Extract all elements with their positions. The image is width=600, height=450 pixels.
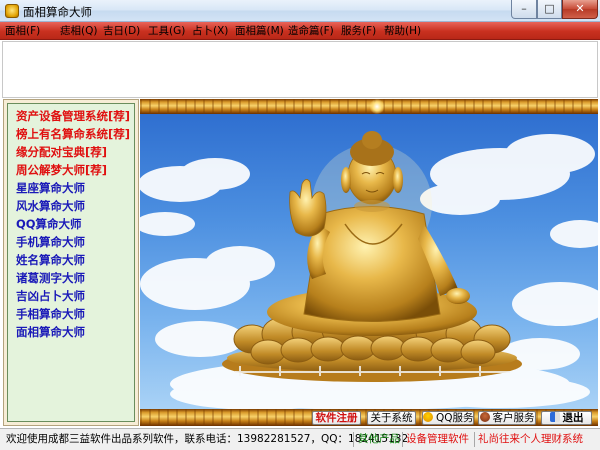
exit-label: 退出 [562, 412, 584, 424]
sidebar-item-qq[interactable]: QQ算命大师 [16, 216, 82, 233]
about-button[interactable]: 关于系统 [367, 411, 416, 425]
sidebar-item-name[interactable]: 姓名算命大师 [16, 252, 85, 269]
menu-divination[interactable]: 占卜(X) [192, 24, 228, 38]
close-button[interactable]: ✕ [562, 0, 598, 19]
sidebar-list: 资产设备管理系统[荐] 榜上有名算命系统[荐] 缘分配对宝典[荐] 周公解梦大师… [7, 103, 135, 422]
menu-bar: 面相(F) 痣相(Q) 吉日(D) 工具(G) 占卜(X) 面相篇(M) 造命篇… [0, 22, 600, 40]
buddha-banner-image [140, 114, 598, 409]
qq-service-button[interactable]: QQ服务 [422, 411, 474, 425]
menu-face[interactable]: 面相(F) [5, 24, 40, 38]
exit-button[interactable]: 退出 [541, 411, 592, 425]
maximize-button[interactable]: □ [537, 0, 562, 19]
app-icon [5, 4, 19, 18]
qq-icon [423, 412, 433, 422]
menu-mole[interactable]: 痣相(Q) [60, 24, 97, 38]
menu-lucky-day[interactable]: 吉日(D) [103, 24, 140, 38]
status-product-link-equipment[interactable]: 设备管理软件 [406, 433, 469, 446]
sidebar-item-character-test[interactable]: 诸葛测字大师 [16, 270, 85, 287]
sidebar-item-fengshui[interactable]: 风水算命大师 [16, 198, 85, 215]
qq-service-label: QQ服务 [436, 412, 474, 424]
minimize-button[interactable]: – [511, 0, 537, 19]
customer-service-label: 客户服务 [492, 412, 535, 424]
menu-help[interactable]: 帮助(H) [384, 24, 421, 38]
status-welcome-text: 欢迎使用成都三益软件出品系列软件，联系电话：13982281527，QQ：182… [6, 433, 409, 445]
status-divider [474, 432, 475, 447]
title-bar[interactable]: 面相算命大师 – □ ✕ [0, 0, 600, 22]
status-product-link-finance[interactable]: 礼尚往来个人理财系统 [478, 433, 583, 446]
exit-icon [549, 412, 560, 422]
decorative-gold-band-top [140, 99, 598, 114]
menu-service[interactable]: 服务(F) [341, 24, 376, 38]
sidebar-item-ranking-fortune[interactable]: 榜上有名算命系统[荐] [16, 126, 130, 143]
customer-service-button[interactable]: 客户服务 [478, 411, 536, 425]
window-title: 面相算命大师 [23, 5, 92, 19]
sidebar-item-asset-management[interactable]: 资产设备管理系统[荐] [16, 108, 130, 125]
buddha-illustration [140, 131, 598, 409]
sidebar-item-omen[interactable]: 吉凶占卜大师 [16, 288, 85, 305]
sidebar-item-palm[interactable]: 手相算命大师 [16, 306, 85, 323]
status-other-products-label: 其他产品 [358, 433, 400, 445]
sidebar-item-zodiac[interactable]: 星座算命大师 [16, 180, 85, 197]
status-bar: 欢迎使用成都三益软件出品系列软件，联系电话：13982281527，QQ：182… [0, 428, 600, 450]
menu-tools[interactable]: 工具(G) [148, 24, 185, 38]
sidebar-item-dream-reading[interactable]: 周公解梦大师[荐] [16, 162, 107, 179]
sidebar-item-phone[interactable]: 手机算命大师 [16, 234, 85, 251]
sidebar-item-face-reading[interactable]: 面相算命大师 [16, 324, 85, 341]
blank-toolbar-area [2, 41, 598, 98]
status-divider [353, 432, 354, 447]
status-divider [402, 432, 403, 447]
customer-service-icon [479, 412, 490, 422]
sidebar-item-match-book[interactable]: 缘分配对宝典[荐] [16, 144, 107, 161]
menu-fate-chapter[interactable]: 造命篇(F) [288, 24, 334, 38]
menu-face-chapter[interactable]: 面相篇(M) [235, 24, 284, 38]
ornament-icon [370, 99, 384, 114]
register-button[interactable]: 软件注册 [312, 411, 361, 425]
